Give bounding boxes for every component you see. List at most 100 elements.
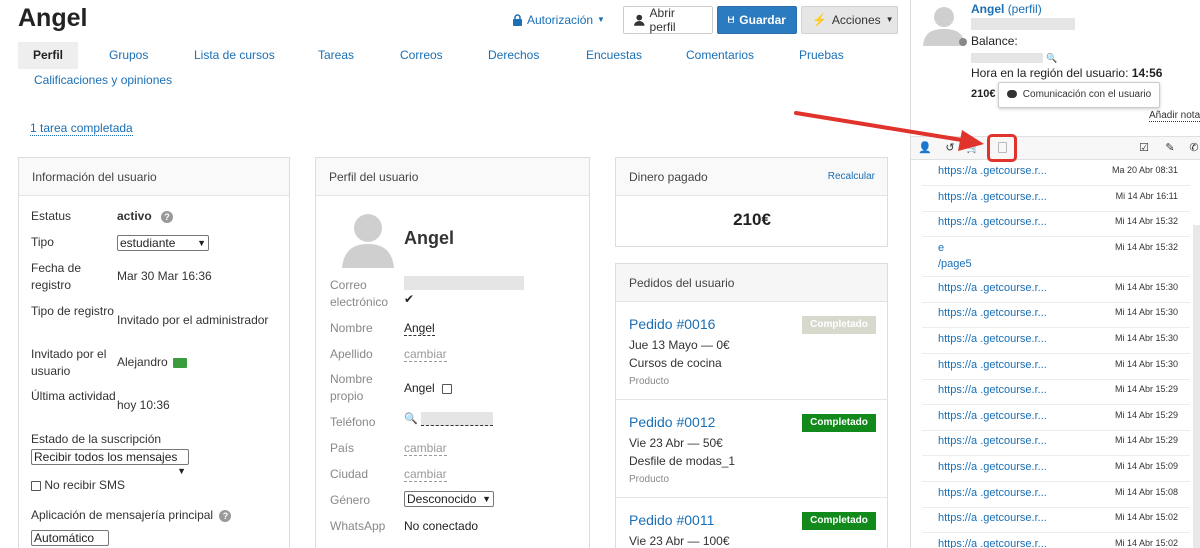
authorization-label: Autorización bbox=[527, 12, 594, 27]
visit-url[interactable]: e bbox=[938, 242, 944, 254]
apellido-change[interactable]: cambiar bbox=[404, 347, 447, 362]
messenger-row: Aplicación de mensajería principal ? bbox=[31, 508, 232, 522]
order-date: Vie 23 Abr — 100€ bbox=[629, 534, 730, 548]
visit-url[interactable]: https://a .getcourse.r... bbox=[938, 333, 1047, 345]
sidebar-amount: 210€ bbox=[971, 88, 996, 100]
ciudad-change[interactable]: cambiar bbox=[404, 467, 447, 482]
visit-row[interactable]: https://a .getcourse.r... Mi 14 Abr 15:02 bbox=[922, 507, 1190, 534]
visit-url[interactable]: https://a .getcourse.r... bbox=[938, 461, 1047, 473]
document-icon bbox=[998, 142, 1007, 153]
visit-row[interactable]: https://a .getcourse.r... Mi 14 Abr 15:08 bbox=[922, 482, 1190, 508]
open-profile-button[interactable]: Abrir perfil bbox=[622, 5, 713, 34]
orders-panel: Pedidos del usuario Pedido #0016 Jue 13 … bbox=[615, 263, 888, 548]
authorization-dropdown[interactable]: Autorización ▼ bbox=[512, 13, 605, 27]
visit-url[interactable]: https://a .getcourse.r... bbox=[938, 359, 1047, 371]
visit-url[interactable]: https://a .getcourse.r... bbox=[938, 165, 1047, 177]
order-number[interactable]: Pedido #0012 bbox=[629, 414, 715, 430]
scrollbar[interactable] bbox=[1193, 225, 1200, 548]
visit-url[interactable]: https://a .getcourse.r... bbox=[938, 307, 1047, 319]
nombre-propio-checkbox[interactable] bbox=[442, 383, 453, 394]
telefono-label: Teléfono bbox=[330, 415, 376, 429]
cart-icon[interactable]: 🛒 bbox=[966, 141, 980, 155]
tab-derechos[interactable]: Derechos bbox=[488, 42, 539, 69]
visit-row[interactable]: https://a .getcourse.r... Mi 14 Abr 15:30 bbox=[922, 302, 1190, 329]
visit-url[interactable]: https://a .getcourse.r... bbox=[938, 487, 1047, 499]
save-button[interactable]: Guardar bbox=[716, 5, 797, 34]
order-card[interactable]: Pedido #0012 Vie 23 Abr — 50€ Desfile de… bbox=[616, 400, 888, 498]
search-icon[interactable]: 🔍 bbox=[1046, 53, 1057, 63]
visit-url-path[interactable]: /page5 bbox=[938, 258, 972, 270]
visit-date: Mi 14 Abr 15:30 bbox=[1114, 333, 1178, 343]
tab-lista-cursos[interactable]: Lista de cursos bbox=[194, 42, 275, 69]
subscription-select[interactable]: Recibir todos los mensajes ▼ bbox=[31, 449, 189, 476]
visit-url[interactable]: https://a .getcourse.r... bbox=[938, 410, 1047, 422]
visit-url[interactable]: https://a .getcourse.r... bbox=[938, 216, 1047, 228]
visit-row[interactable]: https://a .getcourse.r... Mi 14 Abr 15:29 bbox=[922, 430, 1190, 457]
visit-url[interactable]: https://a .getcourse.r... bbox=[938, 282, 1047, 294]
history-icon[interactable]: ↺ bbox=[943, 141, 957, 155]
no-sms-checkbox[interactable] bbox=[31, 480, 41, 491]
completed-tasks-link[interactable]: 1 tarea completada bbox=[30, 121, 133, 136]
region-time-label: Hora en la región del usuario: bbox=[971, 66, 1129, 80]
tab-pruebas[interactable]: Pruebas bbox=[799, 42, 844, 69]
visit-row[interactable]: https://a .getcourse.r... Mi 14 Abr 15:29 bbox=[922, 405, 1190, 431]
telefono-value[interactable]: 🔍 bbox=[404, 410, 494, 428]
genero-select[interactable]: Desconocido ▼ bbox=[404, 491, 494, 507]
sidebar-profile-link[interactable]: (perfil) bbox=[1008, 2, 1042, 16]
messenger-select[interactable]: Automático▼ bbox=[31, 530, 109, 548]
visit-row[interactable]: https://a .getcourse.r... Mi 14 Abr 15:29 bbox=[922, 379, 1190, 406]
sidebar-user-name[interactable]: Angel bbox=[971, 2, 1004, 16]
tab-tareas[interactable]: Tareas bbox=[318, 42, 354, 69]
visit-row[interactable]: https://a .getcourse.r... Ma 20 Abr 08:31 bbox=[922, 160, 1190, 186]
phone-icon[interactable]: ✆ bbox=[1187, 141, 1200, 155]
sidebar-toolbar: 👤 ↺ 🛒 ☑ ✎ ✆ bbox=[911, 134, 1200, 162]
visit-row[interactable]: https://a .getcourse.r... Mi 14 Abr 15:30 bbox=[922, 328, 1190, 354]
actions-dropdown[interactable]: ⚡ Acciones ▼ bbox=[800, 5, 898, 34]
open-profile-label: Abrir perfil bbox=[649, 5, 676, 34]
visit-url[interactable]: https://a .getcourse.r... bbox=[938, 384, 1047, 396]
header-actions: Autorización ▼ Abrir perfil Guardar ⚡ Ac… bbox=[512, 5, 898, 34]
visit-row[interactable]: https://a .getcourse.r... Mi 14 Abr 15:09 bbox=[922, 456, 1190, 482]
visit-row[interactable]: https://a .getcourse.r... Mi 14 Abr 16:11 bbox=[922, 186, 1190, 212]
help-icon[interactable]: ? bbox=[161, 210, 174, 223]
visit-row[interactable]: https://a .getcourse.r... Mi 14 Abr 15:02 bbox=[922, 533, 1190, 548]
recalculate-link[interactable]: Recalcular bbox=[828, 158, 875, 196]
nombre-value[interactable]: Angel bbox=[404, 321, 435, 336]
tab-correos[interactable]: Correos bbox=[400, 42, 443, 69]
visit-url[interactable]: https://a .getcourse.r... bbox=[938, 512, 1047, 524]
user-icon[interactable]: 👤 bbox=[918, 141, 932, 155]
sidebar-user-name-row: Angel (perfil) bbox=[971, 2, 1042, 16]
visit-url[interactable]: https://a .getcourse.r... bbox=[938, 435, 1047, 447]
add-note-link[interactable]: Añadir nota bbox=[1149, 110, 1200, 122]
last-activity-value: hoy 10:36 bbox=[117, 398, 170, 412]
pais-change[interactable]: cambiar bbox=[404, 441, 447, 456]
order-number[interactable]: Pedido #0011 bbox=[629, 512, 714, 528]
tab-perfil[interactable]: Perfil bbox=[18, 42, 79, 69]
tab-grupos[interactable]: Grupos bbox=[109, 42, 148, 69]
tab-comentarios[interactable]: Comentarios bbox=[686, 42, 754, 69]
order-type: Producto bbox=[629, 376, 670, 387]
tab-calificaciones[interactable]: Calificaciones y opiniones bbox=[34, 67, 172, 94]
visit-row[interactable]: https://a .getcourse.r... Mi 14 Abr 15:32 bbox=[922, 211, 1190, 238]
visit-url[interactable]: https://a .getcourse.r... bbox=[938, 191, 1047, 203]
highlighted-document-button[interactable] bbox=[987, 134, 1017, 162]
balance-label: Balance: bbox=[971, 34, 1018, 48]
user-info-title: Información del usuario bbox=[19, 158, 289, 196]
tab-encuestas[interactable]: Encuestas bbox=[586, 42, 642, 69]
visit-date: Mi 14 Abr 15:02 bbox=[1114, 512, 1178, 523]
visit-row[interactable]: e/page5 Mi 14 Abr 15:32 bbox=[922, 237, 1190, 277]
visit-date: Mi 14 Abr 15:29 bbox=[1114, 435, 1178, 446]
type-select[interactable]: estudiante ▼ bbox=[117, 235, 209, 251]
visit-row[interactable]: https://a .getcourse.r... Mi 14 Abr 15:30 bbox=[922, 277, 1190, 303]
order-number[interactable]: Pedido #0016 bbox=[629, 316, 715, 332]
visit-url[interactable]: https://a .getcourse.r... bbox=[938, 538, 1047, 548]
pencil-icon[interactable]: ✎ bbox=[1163, 141, 1177, 155]
sidebar-user-summary: Angel (perfil) Balance: 🔍 Hora en la reg… bbox=[911, 0, 1200, 136]
order-card[interactable]: Pedido #0016 Jue 13 Mayo — 0€ Cursos de … bbox=[616, 302, 888, 400]
visit-row[interactable]: https://a .getcourse.r... Mi 14 Abr 15:30 bbox=[922, 354, 1190, 380]
type-label: Tipo bbox=[31, 235, 54, 249]
task-check-icon[interactable]: ☑ bbox=[1137, 141, 1151, 155]
help-icon[interactable]: ? bbox=[219, 509, 232, 522]
no-sms-row: No recibir SMS bbox=[31, 478, 125, 492]
order-card[interactable]: Pedido #0011 Vie 23 Abr — 100€ Completad… bbox=[616, 498, 888, 548]
